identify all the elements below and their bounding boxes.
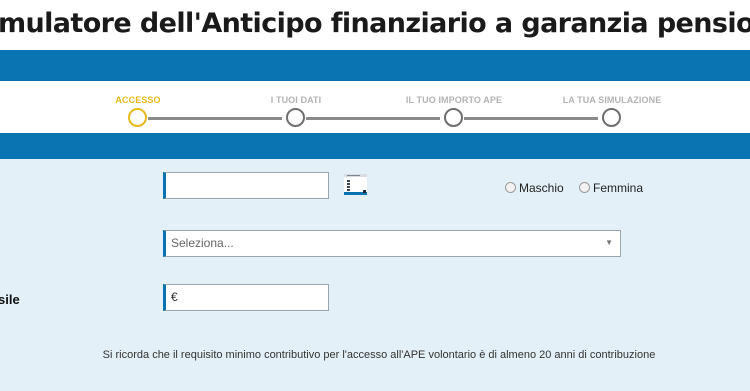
step-label-simulazione: LA TUA SIMULAZIONE [562, 95, 662, 105]
dropdown-arrow-icon[interactable]: ▼ [605, 231, 613, 255]
select-placeholder: Seleziona... [171, 236, 234, 250]
birthdate-field[interactable] [163, 172, 329, 199]
radio-button-icon[interactable] [579, 182, 590, 193]
step-label-importo-ape: IL TUO IMPORTO APE [405, 95, 503, 105]
radio-button-icon[interactable] [505, 182, 516, 193]
page-title: mulatore dell'Anticipo finanziario a gar… [0, 8, 750, 39]
amount-field-label: sile [0, 292, 20, 307]
calendar-icon[interactable] [343, 173, 368, 196]
step-circle-accesso[interactable] [128, 108, 147, 127]
page-title-bar: mulatore dell'Anticipo finanziario a gar… [0, 0, 750, 50]
step-connector [464, 117, 598, 120]
step-connector [148, 117, 282, 120]
header-band [0, 50, 750, 81]
progress-stepper: ACCESSO I TUOI DATI IL TUO IMPORTO APE L… [0, 81, 750, 133]
radio-femmina[interactable]: Femmina [579, 181, 643, 195]
radio-maschio-label: Maschio [519, 181, 564, 195]
amount-field[interactable]: € [163, 284, 329, 311]
select-dropdown[interactable]: Seleziona... ▼ [163, 230, 621, 257]
header-band-lower [0, 133, 750, 159]
step-label-accesso: ACCESSO [115, 95, 161, 105]
step-connector [306, 117, 440, 120]
step-circle-simulazione[interactable] [602, 108, 621, 127]
radio-femmina-label: Femmina [593, 181, 644, 195]
step-label-i-tuoi-dati: I TUOI DATI [270, 95, 322, 105]
contribution-note: Si ricorda che il requisito minimo contr… [102, 349, 656, 361]
radio-maschio[interactable]: Maschio [505, 181, 564, 195]
step-circle-i-tuoi-dati[interactable] [286, 108, 305, 127]
euro-prefix: € [171, 290, 178, 304]
step-circle-importo-ape[interactable] [444, 108, 463, 127]
